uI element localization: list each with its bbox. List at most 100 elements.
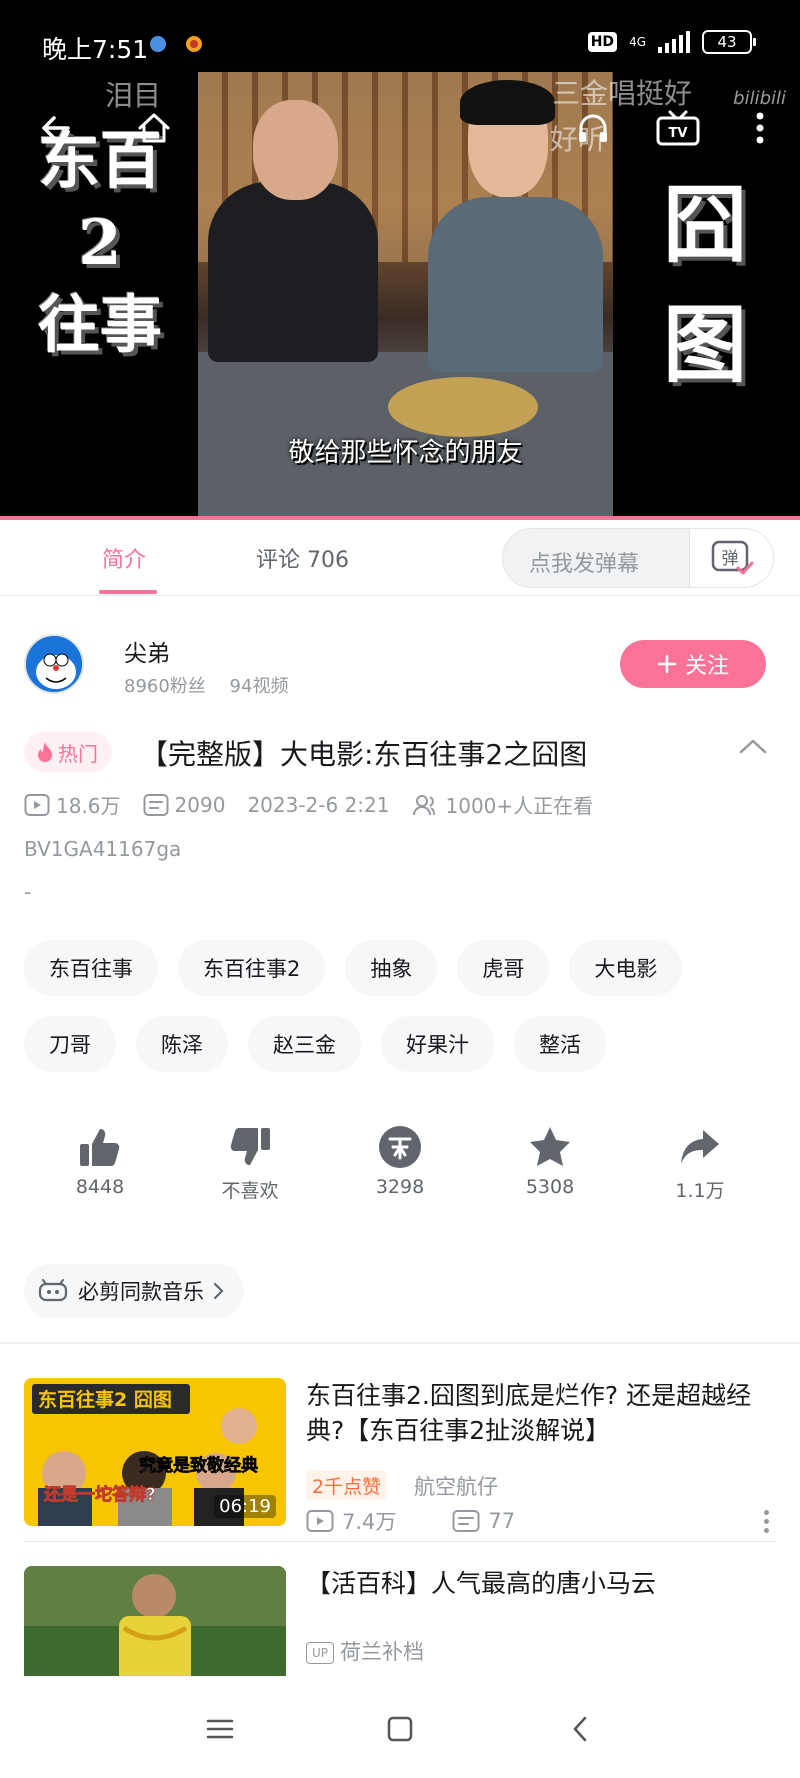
notification-app-icon [186,36,202,52]
follow-button[interactable]: 关注 [620,640,766,688]
coin-count: 3298 [375,1176,425,1198]
signal-strength-icon [658,31,690,53]
audio-mode-button[interactable] [565,100,621,156]
tag-chip[interactable]: 好果汁 [381,1016,494,1072]
related-video-author-name: 荷兰补档 [340,1640,424,1664]
uploader-avatar[interactable] [24,634,84,694]
coin-button[interactable]: 3298 [340,1122,460,1198]
watching-now: 1000+人正在看 [412,790,594,819]
video-title: 【完整版】大电影:东百往事2之囧图 [140,738,588,771]
thumbs-up-icon [80,1129,120,1166]
home-icon [138,113,170,143]
follow-label: 关注 [684,654,729,679]
tab-intro[interactable]: 简介 [102,542,146,574]
flame-icon [38,742,52,762]
list-divider [24,1541,776,1542]
side-right-line-2: 图 [662,295,747,394]
music-chip[interactable]: 必剪同款音乐 [24,1264,244,1318]
danmaku-input[interactable]: 点我发弹幕 弹 [502,528,774,588]
recent-apps-button[interactable] [195,1704,245,1754]
like-button[interactable]: 8448 [40,1122,160,1198]
home-nav-button[interactable] [375,1704,425,1754]
home-button[interactable] [126,100,182,156]
network-type: 4G [629,35,646,49]
svg-text:东百往事2 囧图: 东百往事2 囧图 [38,1388,172,1411]
related-thumbnail[interactable]: 东百往事2 囧图 究竟是致敬经典 还是一坨答辩? 06:19 [24,1378,286,1526]
danmaku-toggle-button[interactable]: 弹 [689,529,773,587]
tag-chip[interactable]: 抽象 [345,940,438,996]
related-view-count-value: 7.4万 [342,1510,397,1534]
related-danmaku-count-value: 77 [488,1509,516,1533]
video-person-right [428,197,603,372]
cast-tv-button[interactable]: TV [650,100,706,156]
svg-text:弹: 弹 [721,549,738,569]
side-left-line-3: 往事 [37,288,162,361]
danmaku-icon: 弹 [711,540,753,575]
uploader-name[interactable]: 尖弟 [124,634,170,668]
star-icon [530,1127,570,1166]
chevron-right-icon [213,1282,224,1300]
video-duration: 06:19 [214,1495,276,1518]
tag-chip[interactable]: 陈泽 [136,1016,228,1072]
related-thumbnail[interactable] [24,1566,286,1676]
related-video-title: 东百往事2.囧图到底是烂作? 还是超越经典?【东百往事2扯淡解说】 [306,1381,752,1445]
play-count-icon [24,793,50,816]
related-view-count: 7.4万 [306,1506,396,1536]
favorite-button[interactable]: 5308 [490,1122,610,1198]
arrow-left-icon [42,116,70,140]
tag-chip[interactable]: 东百往事2 [178,940,326,996]
tag-chip[interactable]: 东百往事 [24,940,158,996]
tag-chip[interactable]: 赵三金 [248,1016,361,1072]
share-count: 1.1万 [675,1180,725,1202]
related-video-stats: 7.4万 77 [306,1506,571,1536]
related-video-item[interactable]: 东百往事2 囧图 究竟是致敬经典 还是一坨答辩? 06:19 东百往事2.囧图到… [24,1378,776,1534]
status-bar: 晚上7:51 HD 4G 43 [0,0,800,72]
tag-chip[interactable]: 整活 [514,1016,606,1072]
share-icon [681,1130,719,1164]
danmaku-input-placeholder: 点我发弹幕 [529,552,640,577]
back-button[interactable] [28,100,84,156]
back-nav-button[interactable] [555,1704,605,1754]
dislike-button[interactable]: 不喜欢 [190,1122,310,1203]
more-options-button[interactable] [756,1506,776,1536]
related-video-title: 【活百科】人气最高的唐小马云 [306,1569,657,1598]
action-bar: 8448 不喜欢 3298 5308 1.1万 [0,1122,800,1212]
related-video-author: 航空航仔 [414,1475,498,1499]
video-player[interactable]: 敬给那些怀念的朋友 东百 2 往事 囧 图 泪目 三金唱挺好 好听 bilibi… [0,0,800,520]
hot-badge[interactable]: 热门 [24,732,112,772]
video-person-right-hair [460,80,555,125]
music-label: 必剪同款音乐 [78,1280,204,1304]
collapse-intro-button[interactable] [738,736,768,760]
headphones-icon [579,114,607,142]
related-video-item[interactable]: 【活百科】人气最高的唐小马云 UP 荷兰补档 [24,1566,776,1676]
thumbnail-image [24,1566,286,1676]
up-badge: UP [306,1642,334,1664]
tab-comments[interactable]: 评论 706 [256,542,349,574]
uploader-video-count: 94视频 [229,676,289,697]
notification-app-icon [150,36,166,52]
music-app-icon [38,1279,68,1302]
share-button[interactable]: 1.1万 [640,1122,760,1203]
chevron-up-icon [739,739,767,754]
more-options-button[interactable] [732,100,788,156]
danmaku-count: 2090 [143,793,225,817]
watching-now-value: 1000+人正在看 [445,794,594,818]
bvid: BV1GA41167ga [24,837,182,861]
dislike-label: 不喜欢 [221,1180,279,1202]
related-danmaku-count: 77 [452,1509,515,1533]
favorite-count: 5308 [525,1176,575,1198]
tag-chip[interactable]: 虎哥 [457,940,550,996]
thumbs-down-icon [230,1128,270,1165]
side-left-line-2: 2 [78,206,122,279]
hot-label: 热门 [58,741,98,766]
video-person-left-head [253,100,338,200]
chevron-left-icon [573,1716,587,1742]
hd-indicator: HD [587,32,618,52]
avatar-image [26,636,82,692]
tag-chip[interactable]: 刀哥 [24,1016,116,1072]
tag-chip[interactable]: 大电影 [569,940,683,996]
play-count-icon [306,1510,334,1532]
likes-badge: 2千点赞 [306,1470,388,1500]
video-person-left [208,182,378,362]
view-count: 18.6万 [24,790,121,819]
